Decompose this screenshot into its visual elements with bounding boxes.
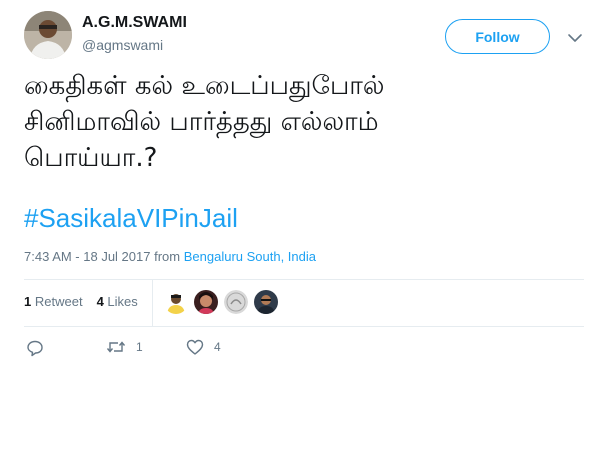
- location-link[interactable]: Bengaluru South, India: [184, 249, 316, 264]
- divider: [24, 279, 584, 280]
- chevron-down-icon[interactable]: [566, 30, 584, 44]
- reply-action[interactable]: [26, 339, 44, 357]
- author-name[interactable]: A.G.M.SWAMI: [82, 14, 187, 32]
- likes-count: 4: [96, 294, 104, 309]
- author-handle[interactable]: @agmswami: [82, 36, 187, 54]
- tweet-line: சினிமாவில் பார்த்தது எல்லாம்: [24, 107, 379, 137]
- tweet-text: கைதிகள் கல் உடைப்பதுபோல் சினிமாவில் பார்…: [24, 68, 584, 176]
- retweets-label: Retweet: [34, 294, 83, 309]
- like-count: 4: [214, 340, 221, 354]
- follow-button[interactable]: Follow: [445, 19, 550, 54]
- author-avatar[interactable]: [24, 11, 72, 59]
- like-icon[interactable]: [186, 339, 204, 355]
- like-action[interactable]: 4: [186, 339, 221, 355]
- liker-avatar[interactable]: [194, 290, 218, 314]
- likes-label: Likes: [107, 294, 138, 309]
- hashtag-link[interactable]: #SasikalaVIPinJail: [24, 202, 238, 234]
- author-block: A.G.M.SWAMI @agmswami: [82, 14, 187, 54]
- engagement-stats: 1 Retweet 4 Likes: [24, 294, 138, 309]
- liker-avatar[interactable]: [254, 290, 278, 314]
- tweet-timestamp[interactable]: 7:43 AM - 18 Jul 2017: [24, 249, 150, 264]
- divider: [24, 326, 584, 327]
- liker-avatar[interactable]: [164, 290, 188, 314]
- reply-icon[interactable]: [26, 339, 44, 357]
- retweet-action[interactable]: 1: [106, 339, 143, 355]
- tweet-line: பொய்யா.?: [24, 143, 158, 173]
- retweets-stat[interactable]: 1 Retweet: [24, 294, 83, 309]
- likers-avatars: [164, 290, 278, 314]
- liker-avatar[interactable]: [224, 290, 248, 314]
- retweets-count: 1: [24, 294, 32, 309]
- retweet-count: 1: [136, 340, 143, 354]
- from-label: from: [154, 249, 181, 264]
- tweet-line: கைதிகள் கல் உடைப்பதுபோல்: [24, 71, 385, 101]
- likes-stat[interactable]: 4 Likes: [97, 294, 138, 309]
- tweet-meta: 7:43 AM - 18 Jul 2017 from Bengaluru Sou…: [24, 249, 316, 264]
- divider: [152, 280, 153, 326]
- retweet-icon[interactable]: [106, 339, 126, 355]
